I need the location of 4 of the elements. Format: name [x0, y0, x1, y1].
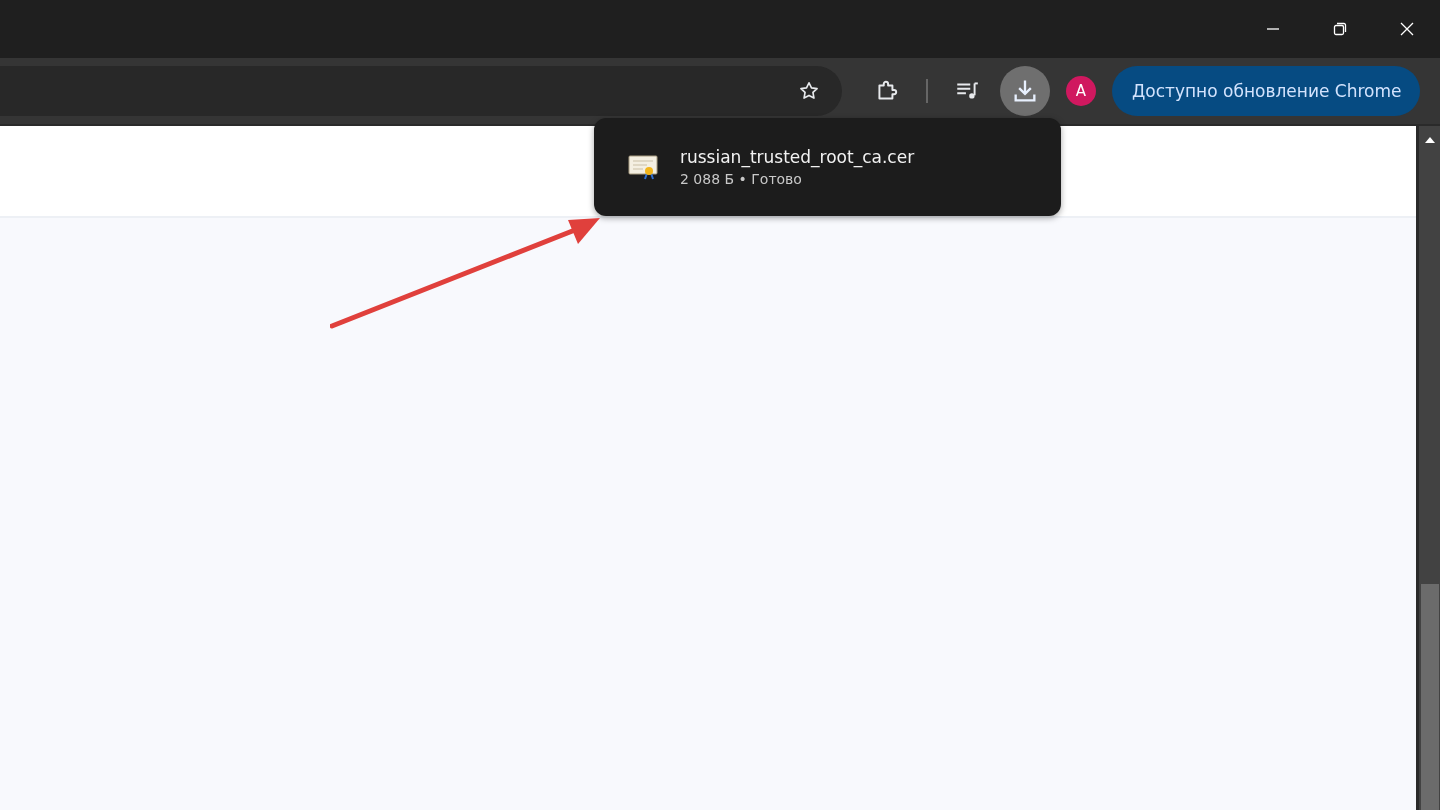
- update-chrome-button[interactable]: Доступно обновление Chrome: [1112, 66, 1420, 116]
- download-status: 2 088 Б • Готово: [680, 171, 803, 187]
- file-name[interactable]: russian_trusted_root_ca.cer: [680, 147, 915, 167]
- profile-avatar[interactable]: A: [1066, 76, 1096, 106]
